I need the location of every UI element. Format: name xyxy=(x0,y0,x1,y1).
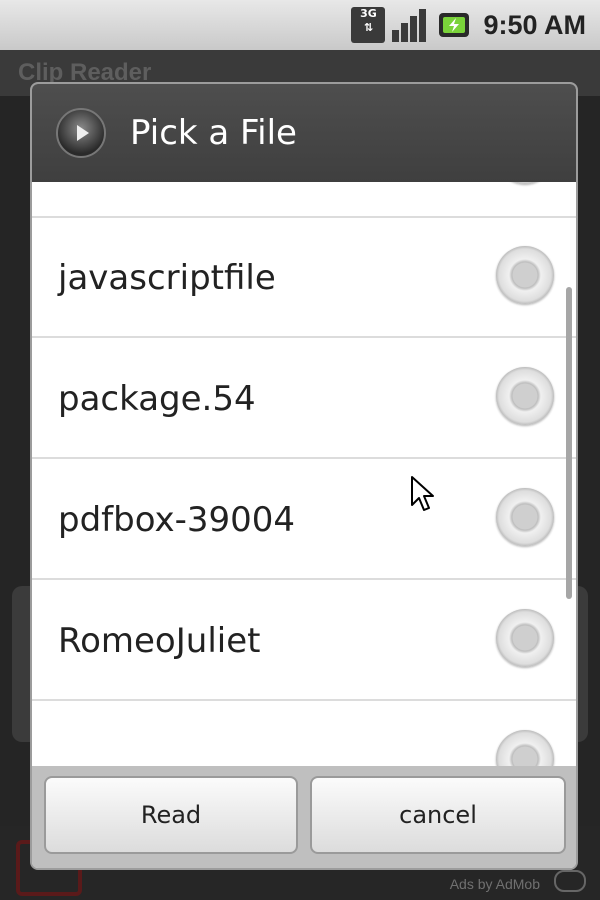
clock: 9:50 AM xyxy=(483,9,586,40)
scrollbar[interactable] xyxy=(566,287,572,599)
signal-strength-icon xyxy=(392,9,427,42)
file-name: pdfbox-39004 xyxy=(58,500,296,540)
ad-info-icon xyxy=(554,870,586,892)
list-item[interactable] xyxy=(32,702,576,770)
dialog-title: Pick a File xyxy=(130,113,297,153)
play-icon xyxy=(56,108,106,158)
3g-network-icon: 3G ⇅ xyxy=(351,7,386,43)
ad-text: Ads by AdMob xyxy=(449,876,540,892)
list-item[interactable]: package.54 xyxy=(32,339,576,459)
radio-button[interactable] xyxy=(496,609,554,667)
file-list[interactable]: javascriptfile package.54 pdfbox-39004 R… xyxy=(32,182,576,770)
pick-file-dialog: Pick a File javascriptfile package.54 pd… xyxy=(30,82,578,870)
status-bar: 3G ⇅ 9:50 AM xyxy=(0,0,600,50)
radio-button[interactable] xyxy=(496,182,554,184)
dialog-header: Pick a File xyxy=(32,84,576,182)
list-item[interactable]: RomeoJuliet xyxy=(32,581,576,701)
dialog-footer: Read cancel xyxy=(32,766,576,868)
mouse-cursor-icon xyxy=(411,476,434,511)
file-name: package.54 xyxy=(58,379,256,419)
radio-button[interactable] xyxy=(496,246,554,304)
read-button[interactable]: Read xyxy=(44,776,298,854)
network-label: 3G xyxy=(360,7,377,20)
file-name: javascriptfile xyxy=(58,258,276,298)
list-item[interactable]: pdfbox-39004 xyxy=(32,460,576,580)
battery-charging-icon xyxy=(439,13,470,37)
cancel-button[interactable]: cancel xyxy=(310,776,566,854)
file-name: RomeoJuliet xyxy=(58,621,261,661)
radio-button[interactable] xyxy=(496,730,554,770)
radio-button[interactable] xyxy=(496,488,554,546)
radio-button[interactable] xyxy=(496,367,554,425)
list-item[interactable]: javascriptfile xyxy=(32,218,576,338)
list-item[interactable] xyxy=(32,182,576,218)
